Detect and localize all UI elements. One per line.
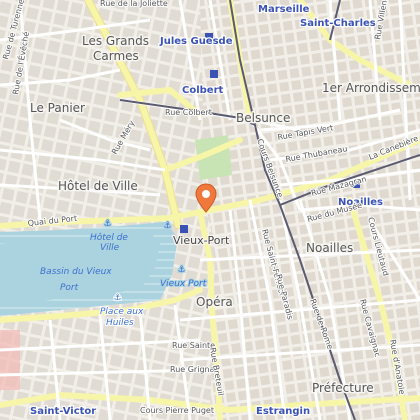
location-pin-shape <box>195 183 217 213</box>
station-estrangin[interactable]: Estrangin <box>255 405 312 419</box>
water-vieux-port: Vieux Port <box>160 279 207 289</box>
district-hotel-de-ville: Hôtel de Ville <box>58 179 138 193</box>
street-joliette: Rue de la Joliette <box>100 0 168 8</box>
district-belsunce: Belsunce <box>236 111 290 125</box>
district-noailles: Noailles <box>306 241 353 255</box>
anchor-icon-1: ⚓ <box>104 219 111 229</box>
station-jules-guesde[interactable]: Jules Guesde <box>158 35 234 49</box>
district-opera: Opéra <box>196 295 233 309</box>
station-icon-colbert <box>210 70 218 78</box>
station-saint-charles[interactable]: Saint-Charles <box>299 17 377 31</box>
water-hotel-de-ville-1: Hôtel de <box>90 232 128 243</box>
water-place-aux-2: Huiles <box>106 318 134 328</box>
fort-area <box>0 330 20 390</box>
anchor-icon-3: ⚓ <box>178 265 185 275</box>
district-arrondissement: 1er Arrondissement <box>322 81 420 95</box>
station-colbert[interactable]: Colbert <box>181 84 225 98</box>
station-marseille[interactable]: Marseille <box>257 3 311 17</box>
station-icon-vieux-port <box>180 225 188 233</box>
station-vieux-port[interactable]: Vieux-Port <box>172 233 232 249</box>
district-prefecture: Préfecture <box>312 381 374 395</box>
location-pin-icon[interactable] <box>195 183 217 213</box>
water-bassin-1: Bassin du Vieux <box>40 267 112 277</box>
district-grands-carmes-2: Carmes <box>93 49 139 63</box>
water-place-aux-1: Place aux <box>100 307 144 317</box>
anchor-icon-2: ⚓ <box>164 221 171 231</box>
anchor-icon-4: ⚓ <box>114 293 121 303</box>
street-pierre-puget: Cours Pierre Puget <box>140 406 214 415</box>
water-bassin-2: Port <box>60 283 79 293</box>
map-view[interactable]: Les Grands Carmes Le Panier Belsunce 1er… <box>0 0 420 420</box>
street-colbert: Rue Colbert <box>165 108 212 117</box>
district-grands-carmes-1: Les Grands <box>82 34 149 48</box>
water-hotel-de-ville-2: Ville <box>100 243 120 253</box>
station-saint-victor[interactable]: Saint-Victor <box>29 405 98 419</box>
district-le-panier: Le Panier <box>30 101 85 115</box>
